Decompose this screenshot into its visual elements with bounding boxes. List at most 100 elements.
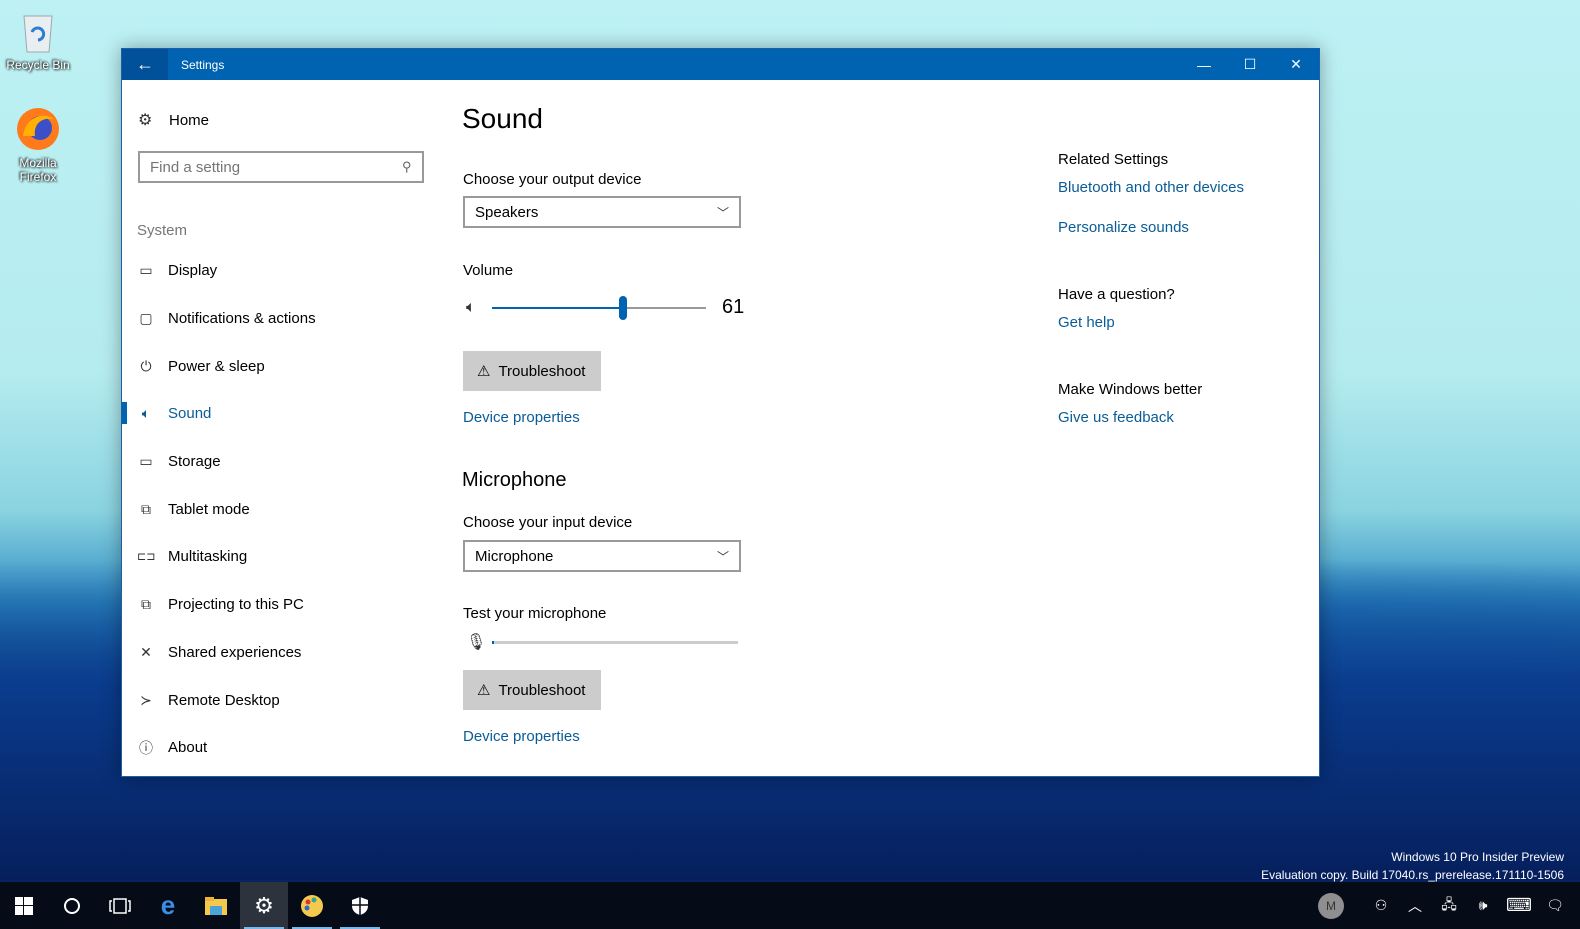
shared-experiences-icon: ✕ <box>140 643 152 660</box>
button-label: Troubleshoot <box>498 681 586 699</box>
paint-app[interactable] <box>288 882 336 929</box>
avatar: M <box>1318 892 1345 919</box>
volume-value: 61 <box>722 296 745 318</box>
file-explorer-app[interactable] <box>192 882 240 929</box>
task-view-button[interactable] <box>96 882 144 929</box>
button-label: Troubleshoot <box>498 362 586 380</box>
microphone-heading: Microphone <box>462 469 567 491</box>
maximize-icon: ☐ <box>1243 56 1257 72</box>
desktop-icon-recycle-bin[interactable]: Recycle Bin <box>0 10 76 72</box>
back-button[interactable]: ← <box>122 49 168 80</box>
sidebar-item-label: Sound <box>168 405 212 423</box>
related-settings-heading: Related Settings <box>1058 151 1169 168</box>
start-button[interactable] <box>0 882 48 929</box>
sidebar-item-multitasking[interactable]: ⊏⊐ Multitasking <box>122 533 442 581</box>
bluetooth-devices-link[interactable]: Bluetooth and other devices <box>1058 179 1244 196</box>
settings-app[interactable]: ⚙ <box>240 882 288 929</box>
gear-icon: ⚙ <box>254 892 274 918</box>
search-input[interactable] <box>150 158 403 176</box>
volume-slider-thumb[interactable] <box>618 295 627 320</box>
minimize-button[interactable]: — <box>1181 49 1227 80</box>
have-a-question-heading: Have a question? <box>1058 286 1175 303</box>
desktop-icon-label: Recycle Bin <box>6 58 70 72</box>
paint-palette-icon <box>301 894 323 917</box>
sidebar-item-remote-desktop[interactable]: ≻ Remote Desktop <box>122 676 442 724</box>
volume-slider-fill <box>492 306 623 309</box>
sidebar-item-about[interactable]: ⓘ About <box>122 724 442 772</box>
edge-app[interactable]: e <box>144 882 192 929</box>
folder-icon <box>205 896 227 915</box>
info-icon: ⓘ <box>139 739 153 756</box>
maximize-button[interactable]: ☐ <box>1227 49 1273 80</box>
sidebar-item-label: Display <box>168 262 218 280</box>
sidebar-item-storage[interactable]: ▭ Storage <box>122 438 442 486</box>
power-icon: ⏻ <box>140 357 152 374</box>
give-feedback-link[interactable]: Give us feedback <box>1058 409 1174 426</box>
output-device-label: Choose your output device <box>463 171 642 188</box>
test-microphone-label: Test your microphone <box>463 605 607 622</box>
show-hidden-icons-button[interactable]: ︿ <box>1398 882 1432 929</box>
sound-icon: 🔈︎ <box>141 405 151 422</box>
people-icon: ⚇ <box>1374 897 1388 913</box>
sidebar-item-shared-experiences[interactable]: ✕ Shared experiences <box>122 629 442 677</box>
page-title: Sound <box>462 103 543 134</box>
window-title: Settings <box>181 57 225 72</box>
volume-slider[interactable] <box>492 295 706 320</box>
user-avatar-button[interactable]: M <box>1312 882 1350 929</box>
edge-icon: e <box>160 890 176 920</box>
output-device-dropdown[interactable]: Speakers ﹀ <box>463 196 741 228</box>
search-box[interactable]: ⚲ <box>138 151 424 183</box>
display-icon: ▭ <box>139 262 153 279</box>
people-button[interactable]: ⚇ <box>1364 882 1398 929</box>
nav-list: ▭ Display ▢ Notifications & actions ⏻ Power… <box>122 247 442 772</box>
make-windows-better-heading: Make Windows better <box>1058 381 1203 398</box>
personalize-sounds-link[interactable]: Personalize sounds <box>1058 219 1189 236</box>
sidebar-item-label: Storage <box>168 453 221 471</box>
get-help-link[interactable]: Get help <box>1058 314 1115 331</box>
close-button[interactable]: ✕ <box>1273 49 1319 80</box>
action-center-icon: 🗨 <box>1546 897 1564 913</box>
input-device-label: Choose your input device <box>463 514 633 531</box>
sidebar-item-tablet-mode[interactable]: ⧉ Tablet mode <box>122 485 442 533</box>
remote-desktop-icon: ≻ <box>140 691 152 708</box>
notifications-icon: ▢ <box>139 310 153 327</box>
minimize-icon: — <box>1197 56 1211 73</box>
sidebar-item-label: Notifications & actions <box>168 310 316 328</box>
sidebar-item-notifications[interactable]: ▢ Notifications & actions <box>122 295 442 343</box>
input-device-dropdown[interactable]: Microphone ﹀ <box>463 540 741 572</box>
network-button[interactable]: 🖧 <box>1432 882 1466 929</box>
output-device-properties-link[interactable]: Device properties <box>463 409 580 426</box>
action-center-button[interactable]: 🗨 <box>1538 882 1572 929</box>
sidebar-item-label: Remote Desktop <box>168 691 280 709</box>
sidebar-item-label: Shared experiences <box>168 643 302 661</box>
projecting-icon: ⧉ <box>141 596 151 613</box>
cortana-button[interactable] <box>48 882 96 929</box>
tablet-mode-icon: ⧉ <box>141 500 151 517</box>
task-view-icon <box>109 897 131 914</box>
mic-level-meter <box>492 640 738 644</box>
nav-home-label: Home <box>169 111 210 129</box>
system-tray: M ⚇ ︿ 🖧 🕪 ⌨ 🗨 <box>1312 882 1580 929</box>
search-icon[interactable]: ⚲ <box>402 159 412 175</box>
nav-home[interactable]: ⚙ Home <box>138 110 209 130</box>
nav-section-label: System <box>137 222 188 239</box>
watermark-line-1: Windows 10 Pro Insider Preview <box>1391 850 1564 864</box>
defender-app[interactable] <box>336 882 384 929</box>
output-troubleshoot-button[interactable]: ⚠ Troubleshoot <box>463 351 601 391</box>
sidebar-item-projecting[interactable]: ⧉ Projecting to this PC <box>122 581 442 629</box>
volume-button[interactable]: 🕪 <box>1466 882 1500 929</box>
back-arrow-icon: ← <box>136 54 154 74</box>
desktop-icon-firefox[interactable]: Mozilla Firefox <box>0 106 76 184</box>
windows-logo-icon <box>15 896 33 915</box>
title-bar: ← Settings — ☐ ✕ <box>122 49 1319 80</box>
mic-troubleshoot-button[interactable]: ⚠ Troubleshoot <box>463 670 601 710</box>
sidebar-item-sound[interactable]: 🔈︎ Sound <box>122 390 442 438</box>
mic-device-properties-link[interactable]: Device properties <box>463 728 580 745</box>
volume-row: 🔈︎ 61 <box>466 295 745 320</box>
touch-keyboard-button[interactable]: ⌨ <box>1500 882 1538 929</box>
mic-level-row: 🎙︎ <box>466 632 738 652</box>
sidebar-item-power-sleep[interactable]: ⏻ Power & sleep <box>122 342 442 390</box>
sidebar-item-display[interactable]: ▭ Display <box>122 247 442 295</box>
warning-icon: ⚠ <box>477 682 491 699</box>
build-watermark: Windows 10 Pro Insider Preview Evaluatio… <box>1261 848 1564 884</box>
